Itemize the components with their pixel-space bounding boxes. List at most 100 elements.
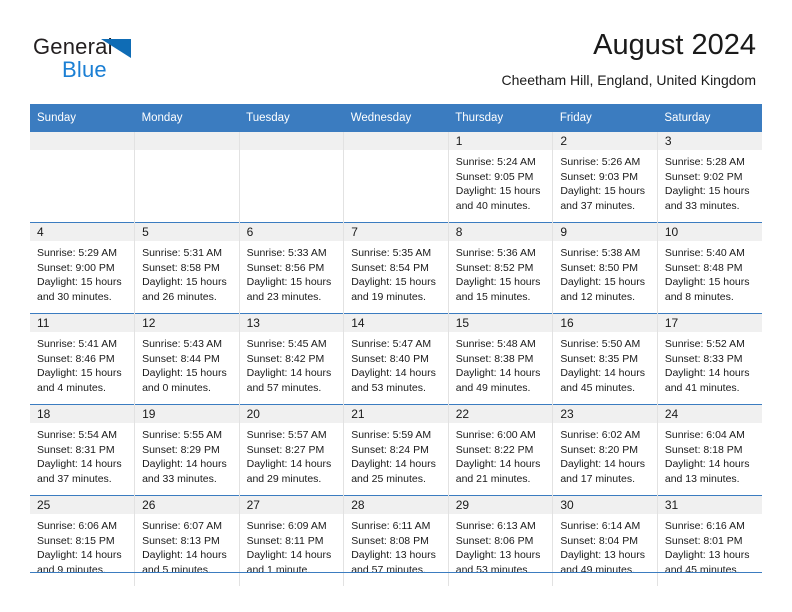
sunrise-text: Sunrise: 6:04 AM — [664, 429, 745, 441]
sunrise-text: Sunrise: 5:48 AM — [455, 338, 536, 350]
calendar-day-cell[interactable]: 12 Sunrise: 5:43 AM Sunset: 8:44 PM Dayligh… — [134, 313, 240, 405]
calendar-day-cell[interactable]: 13 Sunrise: 5:45 AM Sunset: 8:42 PM Dayligh… — [238, 313, 344, 405]
calendar-day-cell[interactable]: 3 Sunrise: 5:28 AM Sunset: 9:02 PM Daylight… — [656, 132, 762, 223]
calendar-day-cell[interactable]: 14 Sunrise: 5:47 AM Sunset: 8:40 PM Dayligh… — [343, 313, 449, 405]
calendar-header-row: Sunday Monday Tuesday Wednesday Thursday Frid… — [30, 104, 762, 132]
daylight-text: Daylight: 14 hours and 21 minutes. — [455, 458, 541, 485]
daylight-text: Daylight: 15 hours and 0 minutes. — [142, 367, 227, 394]
day-details: Sunrise: 5:24 AM Sunset: 9:05 PM Daylight:… — [449, 150, 553, 213]
sunrise-text: Sunrise: 6:13 AM — [455, 520, 536, 532]
calendar-day-cell[interactable]: 20 Sunrise: 5:57 AM Sunset: 8:27 PM Dayligh… — [238, 404, 344, 496]
sunrise-text: Sunrise: 5:47 AM — [351, 338, 432, 350]
calendar-day-cell[interactable]: 4 Sunrise: 5:29 AM Sunset: 9:00 PM Daylight… — [30, 222, 135, 314]
daylight-text: Daylight: 14 hours and 17 minutes. — [560, 458, 645, 485]
day-number: 25 — [30, 496, 135, 514]
calendar-day-cell[interactable]: 15 Sunrise: 5:48 AM Sunset: 8:38 PM Dayligh… — [447, 313, 553, 405]
brand-logo[interactable]: General Blue — [33, 34, 233, 86]
calendar-week-row: 11 Sunrise: 5:41 AM Sunset: 8:46 PM Dayligh… — [30, 313, 762, 405]
sunset-text: Sunset: 8:18 PM — [664, 443, 743, 456]
day-details: Sunrise: 6:14 AM Sunset: 8:04 PM Daylight:… — [553, 514, 657, 577]
day-number: 7 — [344, 223, 448, 241]
sunrise-text: Sunrise: 5:45 AM — [246, 338, 327, 350]
calendar-day-cell[interactable]: 2 Sunrise: 5:26 AM Sunset: 9:03 PM Daylight… — [552, 132, 658, 223]
sunset-text: Sunset: 9:02 PM — [664, 170, 743, 183]
calendar-day-cell-empty — [30, 132, 135, 223]
weekday-header-monday: Monday — [134, 104, 240, 132]
calendar-day-cell[interactable]: 7 Sunrise: 5:35 AM Sunset: 8:54 PM Daylight… — [343, 222, 449, 314]
daylight-text: Daylight: 14 hours and 45 minutes. — [560, 367, 645, 394]
day-details: Sunrise: 5:26 AM Sunset: 9:03 PM Daylight:… — [553, 150, 657, 213]
page-subtitle: Cheetham Hill, England, United Kingdom — [501, 72, 756, 88]
sunrise-text: Sunrise: 5:24 AM — [455, 156, 536, 168]
day-number — [239, 132, 344, 150]
sunset-text: Sunset: 8:27 PM — [246, 443, 325, 456]
sunset-text: Sunset: 8:42 PM — [246, 352, 325, 365]
daylight-text: Daylight: 14 hours and 13 minutes. — [664, 458, 750, 485]
calendar-day-cell[interactable]: 24 Sunrise: 6:04 AM Sunset: 8:18 PM Dayligh… — [656, 404, 762, 496]
calendar-day-cell[interactable]: 11 Sunrise: 5:41 AM Sunset: 8:46 PM Dayligh… — [30, 313, 135, 405]
day-details: Sunrise: 5:57 AM Sunset: 8:27 PM Daylight:… — [240, 423, 344, 486]
calendar-day-cell[interactable]: 6 Sunrise: 5:33 AM Sunset: 8:56 PM Daylight… — [238, 222, 344, 314]
day-number: 31 — [657, 496, 762, 514]
sunset-text: Sunset: 8:15 PM — [37, 534, 115, 547]
day-number: 24 — [657, 405, 762, 423]
day-details: Sunrise: 5:43 AM Sunset: 8:44 PM Daylight:… — [135, 332, 239, 395]
sunrise-text: Sunrise: 5:38 AM — [560, 247, 641, 259]
daylight-text: Daylight: 14 hours and 33 minutes. — [142, 458, 227, 485]
day-number: 23 — [553, 405, 657, 423]
sunset-text: Sunset: 8:35 PM — [560, 352, 638, 365]
sunrise-text: Sunrise: 5:26 AM — [560, 156, 641, 168]
calendar-day-cell[interactable]: 21 Sunrise: 5:59 AM Sunset: 8:24 PM Dayligh… — [343, 404, 449, 496]
day-number — [135, 132, 239, 150]
weekday-header-friday: Friday — [552, 104, 658, 132]
day-details: Sunrise: 6:02 AM Sunset: 8:20 PM Daylight:… — [553, 423, 657, 486]
weekday-header-tuesday: Tuesday — [239, 104, 344, 132]
calendar-day-cell[interactable]: 16 Sunrise: 5:50 AM Sunset: 8:35 PM Dayligh… — [552, 313, 658, 405]
sunrise-text: Sunrise: 6:16 AM — [664, 520, 745, 532]
calendar-day-cell[interactable]: 9 Sunrise: 5:38 AM Sunset: 8:50 PM Daylight… — [552, 222, 658, 314]
daylight-text: Daylight: 15 hours and 40 minutes. — [455, 185, 541, 212]
logo-triangle-icon — [101, 39, 131, 58]
sunrise-text: Sunrise: 5:52 AM — [664, 338, 745, 350]
sunrise-text: Sunrise: 6:09 AM — [246, 520, 327, 532]
day-number: 28 — [344, 496, 448, 514]
sunset-text: Sunset: 8:04 PM — [560, 534, 638, 547]
calendar-day-cell[interactable]: 17 Sunrise: 5:52 AM Sunset: 8:33 PM Dayligh… — [656, 313, 762, 405]
calendar-day-cell[interactable]: 23 Sunrise: 6:02 AM Sunset: 8:20 PM Dayligh… — [552, 404, 658, 496]
calendar-day-cell[interactable]: 1 Sunrise: 5:24 AM Sunset: 9:05 PM Daylight… — [447, 132, 553, 223]
calendar-day-cell[interactable]: 19 Sunrise: 5:55 AM Sunset: 8:29 PM Dayligh… — [134, 404, 240, 496]
sunset-text: Sunset: 8:24 PM — [351, 443, 429, 456]
day-number: 22 — [448, 405, 553, 423]
daylight-text: Daylight: 14 hours and 53 minutes. — [351, 367, 436, 394]
calendar-day-cell[interactable]: 22 Sunrise: 6:00 AM Sunset: 8:22 PM Dayligh… — [447, 404, 553, 496]
daylight-text: Daylight: 14 hours and 49 minutes. — [455, 367, 541, 394]
day-number: 1 — [448, 132, 553, 150]
calendar-day-cell[interactable]: 5 Sunrise: 5:31 AM Sunset: 8:58 PM Daylight… — [134, 222, 240, 314]
daylight-text: Daylight: 15 hours and 23 minutes. — [246, 276, 332, 303]
sunset-text: Sunset: 8:52 PM — [455, 261, 534, 274]
calendar-day-cell[interactable]: 18 Sunrise: 5:54 AM Sunset: 8:31 PM Dayligh… — [30, 404, 135, 496]
page-header: General Blue August 2024 Cheetham Hill, … — [0, 0, 792, 96]
day-number — [30, 132, 135, 150]
day-number: 30 — [553, 496, 657, 514]
day-number: 6 — [239, 223, 344, 241]
sunrise-text: Sunrise: 6:06 AM — [37, 520, 117, 532]
day-details: Sunrise: 5:59 AM Sunset: 8:24 PM Daylight:… — [344, 423, 448, 486]
sunset-text: Sunset: 9:05 PM — [455, 170, 534, 183]
day-details: Sunrise: 5:29 AM Sunset: 9:00 PM Daylight:… — [30, 241, 134, 304]
sunrise-text: Sunrise: 5:59 AM — [351, 429, 432, 441]
weekday-header-wednesday: Wednesday — [343, 104, 449, 132]
calendar-day-cell[interactable]: 10 Sunrise: 5:40 AM Sunset: 8:48 PM Dayligh… — [656, 222, 762, 314]
sunrise-text: Sunrise: 5:43 AM — [142, 338, 223, 350]
calendar-body: 1 Sunrise: 5:24 AM Sunset: 9:05 PM Daylight… — [30, 132, 762, 586]
calendar-day-cell[interactable]: 8 Sunrise: 5:36 AM Sunset: 8:52 PM Daylight… — [447, 222, 553, 314]
day-details: Sunrise: 5:50 AM Sunset: 8:35 PM Daylight:… — [553, 332, 657, 395]
day-details: Sunrise: 5:28 AM Sunset: 9:02 PM Daylight:… — [658, 150, 762, 213]
calendar-page: General Blue August 2024 Cheetham Hill, … — [0, 0, 792, 612]
sunset-text: Sunset: 8:50 PM — [560, 261, 638, 274]
calendar-week-row: 18 Sunrise: 5:54 AM Sunset: 8:31 PM Dayligh… — [30, 404, 762, 496]
daylight-text: Daylight: 15 hours and 37 minutes. — [560, 185, 645, 212]
daylight-text: Daylight: 15 hours and 12 minutes. — [560, 276, 645, 303]
day-details: Sunrise: 5:54 AM Sunset: 8:31 PM Daylight:… — [30, 423, 134, 486]
sunset-text: Sunset: 8:06 PM — [455, 534, 534, 547]
